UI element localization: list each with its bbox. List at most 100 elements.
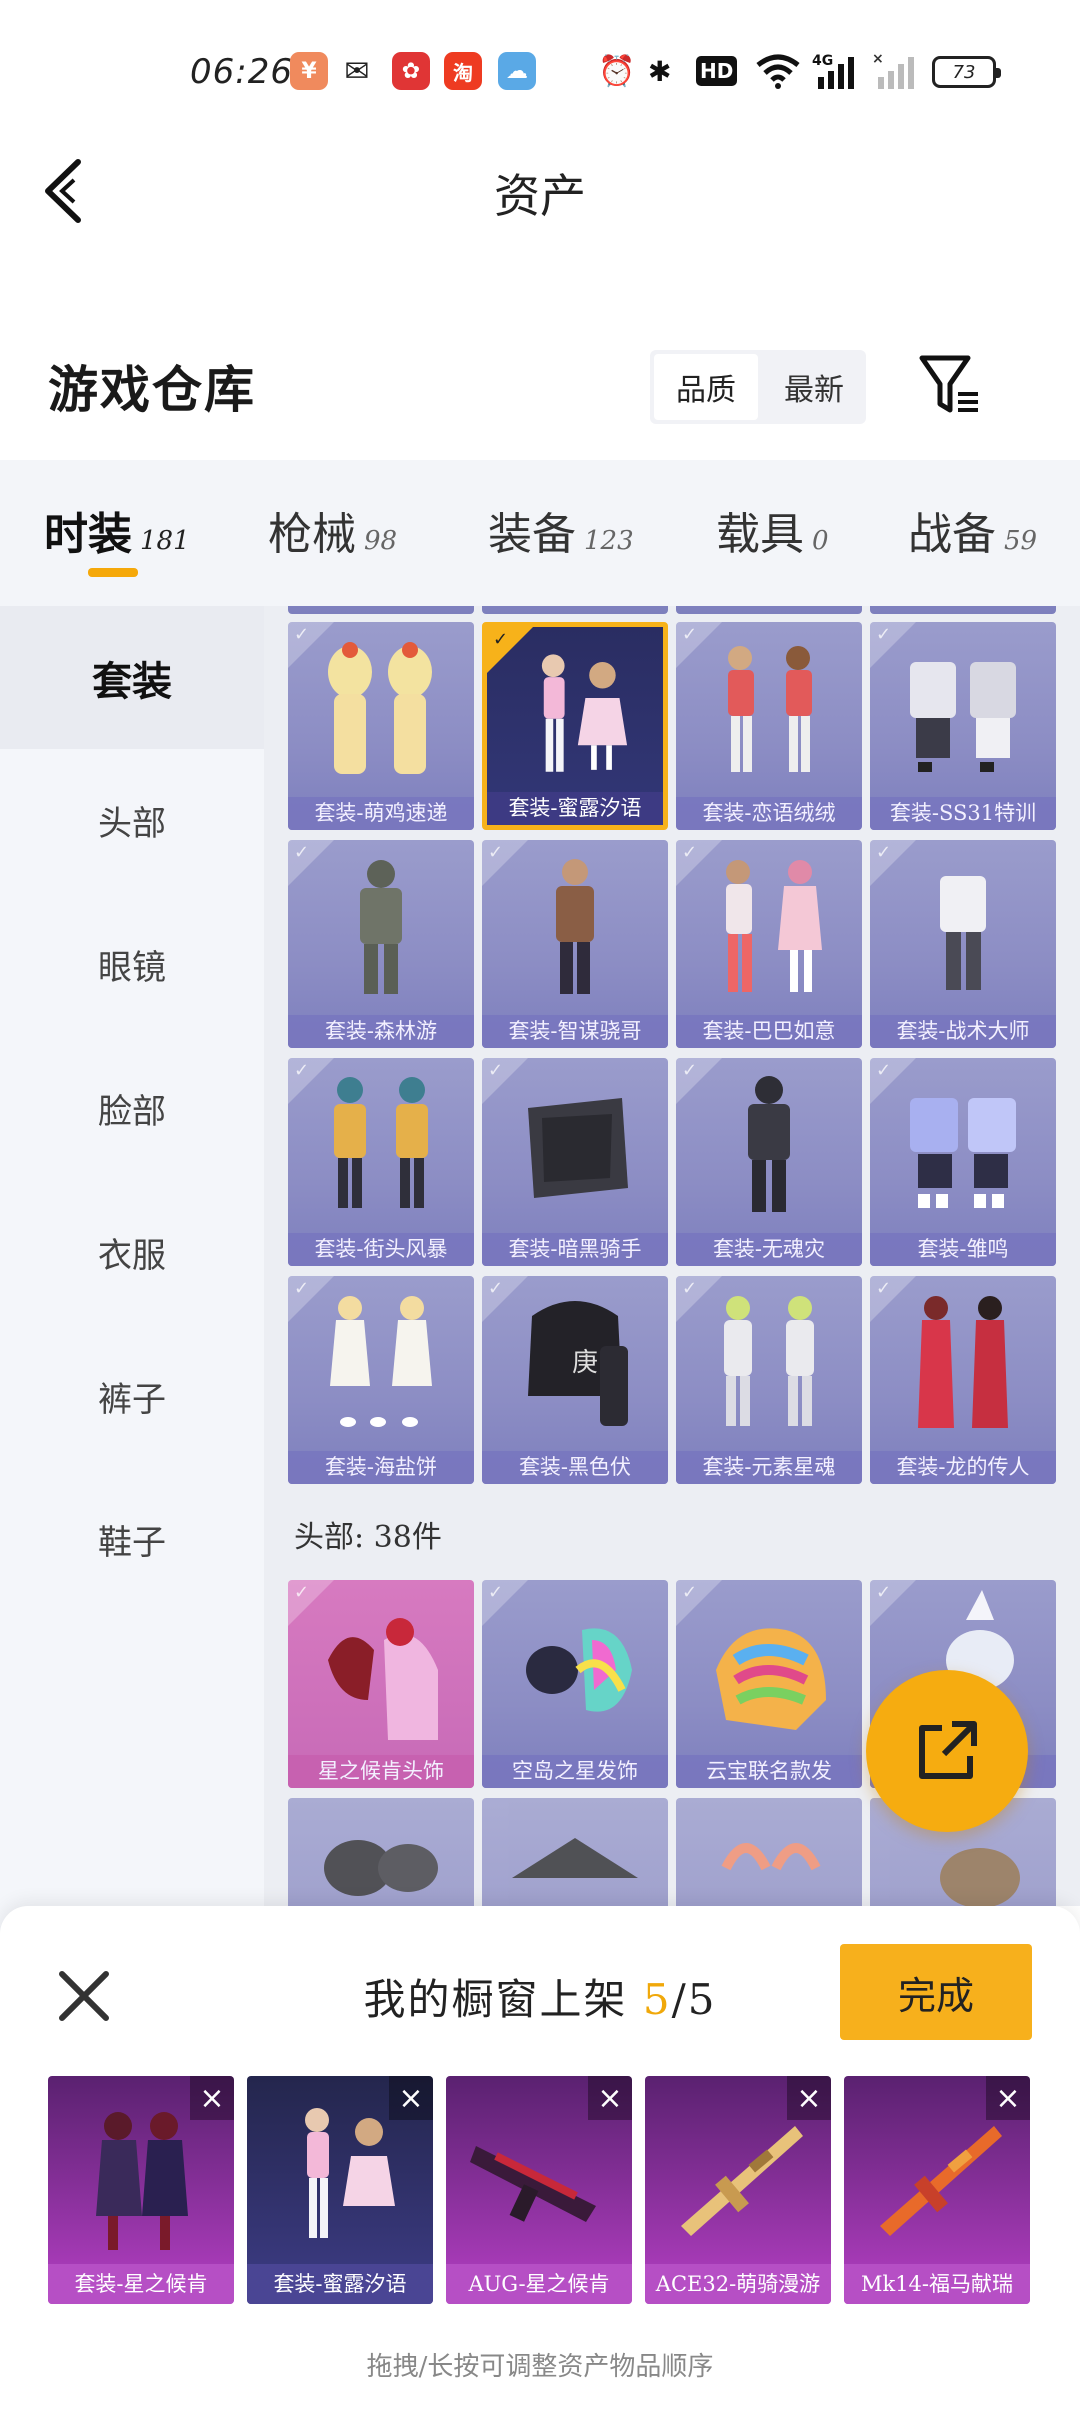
item-card[interactable]: ✓ 套装-无魂灾: [676, 1058, 862, 1266]
sidebar-item-face[interactable]: 脸部: [0, 1037, 264, 1180]
item-card[interactable]: ✓ 套装-SS31特训: [870, 622, 1056, 830]
sidebar-item-shoes[interactable]: 鞋子: [0, 1468, 264, 1611]
done-button[interactable]: 完成: [840, 1944, 1032, 2040]
sidebar-item-head[interactable]: 头部: [0, 749, 264, 892]
item-name: 套装-蜜露汐语: [247, 2264, 433, 2304]
item-card[interactable]: ✓ 套装-暗黑骑手: [482, 1058, 668, 1266]
reorder-hint: 拖拽/长按可调整资产物品顺序: [366, 2352, 714, 2382]
item-card[interactable]: [870, 606, 1056, 614]
head-section-label: 头部: 38件: [294, 1520, 442, 1555]
check-icon: ✓: [493, 629, 509, 650]
tab-guns[interactable]: 枪械 98: [268, 498, 397, 562]
item-card[interactable]: [288, 606, 474, 614]
remove-item-button[interactable]: ×: [190, 2076, 234, 2120]
yuan-app-icon: ¥: [290, 52, 328, 90]
item-card[interactable]: ✓ 套装-森林游: [288, 840, 474, 1048]
check-icon: ✓: [488, 1582, 504, 1603]
check-icon: ✓: [682, 1278, 698, 1299]
showcase-sheet: 我的橱窗上架 5/5 完成 × 套装-星之候肯 × 套装-蜜露汐语 × AUG-…: [0, 1906, 1080, 2412]
item-card[interactable]: ✓ 云宝联名款发: [676, 1580, 862, 1788]
showcase-item[interactable]: × 套装-蜜露汐语: [247, 2076, 433, 2304]
tab-vehicles[interactable]: 载具 0: [716, 498, 829, 562]
item-name: Mk14-福马献瑞: [844, 2264, 1030, 2304]
status-bar: 06:26 ¥ ✉ ✿ 淘 ☁ ⏰ ✱ HD 4G × 73: [0, 0, 1080, 140]
sort-newest-button[interactable]: 最新: [762, 350, 866, 424]
sidebar-item-outfit[interactable]: 套装: [0, 606, 264, 749]
item-card[interactable]: [482, 606, 668, 614]
page-title: 资产: [494, 169, 586, 223]
tab-label: 载具: [716, 509, 804, 560]
item-card-selected[interactable]: ✓ 套装-蜜露汐语: [482, 622, 668, 830]
check-icon: ✓: [294, 842, 310, 863]
remove-item-button[interactable]: ×: [986, 2076, 1030, 2120]
showcase-item[interactable]: × ACE32-萌骑漫游: [645, 2076, 831, 2304]
category-tabs: 时装 181 枪械 98 装备 123 载具 0 战备 59: [0, 460, 1080, 606]
item-card[interactable]: ✓ 星之候肯头饰: [288, 1580, 474, 1788]
check-icon: ✓: [488, 1278, 504, 1299]
item-name: 套装-街头风暴: [288, 1233, 474, 1266]
item-card[interactable]: ✓ 套装-龙的传人: [870, 1276, 1056, 1484]
check-icon: ✓: [682, 1060, 698, 1081]
check-icon: ✓: [876, 1582, 892, 1603]
sidebar-item-clothes[interactable]: 衣服: [0, 1181, 264, 1324]
subcategory-sidebar: 套装 头部 眼镜 脸部 衣服 裤子 鞋子: [0, 606, 264, 1949]
item-card[interactable]: ✓ 套装-海盐饼: [288, 1276, 474, 1484]
check-icon: ✓: [294, 1060, 310, 1081]
item-name: AUG-星之候肯: [446, 2264, 632, 2304]
showcase-item[interactable]: × Mk14-福马献瑞: [844, 2076, 1030, 2304]
item-name: 套装-巴巴如意: [676, 1015, 862, 1048]
item-card[interactable]: ✓ 套装-智谋骁哥: [482, 840, 668, 1048]
item-name: 套装-战术大师: [870, 1015, 1056, 1048]
svg-text:庚: 庚: [572, 1348, 598, 1378]
sidebar-item-glasses[interactable]: 眼镜: [0, 893, 264, 1036]
item-card[interactable]: ✓ 套装-街头风暴: [288, 1058, 474, 1266]
item-card[interactable]: ✓ 套装-恋语绒绒: [676, 622, 862, 830]
tab-label: 战备: [908, 509, 996, 560]
remove-item-button[interactable]: ×: [389, 2076, 433, 2120]
tab-supplies[interactable]: 战备 59: [908, 498, 1037, 562]
check-icon: ✓: [682, 1582, 698, 1603]
item-card[interactable]: [676, 1798, 862, 1906]
showcase-count-total: /5: [671, 1975, 717, 2024]
item-card[interactable]: ✓ 空岛之星发饰: [482, 1580, 668, 1788]
signal-empty-icon: ×: [872, 50, 916, 92]
item-thumbnail: [721, 1843, 821, 1871]
filter-button[interactable]: [918, 352, 982, 418]
wechat-icon: ✉: [344, 53, 370, 89]
item-name: 套装-SS31特训: [870, 797, 1056, 830]
sidebar-item-pants[interactable]: 裤子: [0, 1325, 264, 1468]
alarm-icon: ⏰: [598, 53, 636, 89]
item-card[interactable]: 庚 ✓ 套装-黑色伏: [482, 1276, 668, 1484]
item-card[interactable]: ✓ 套装-雏鸣: [870, 1058, 1056, 1266]
tab-fashion[interactable]: 时装 181: [44, 498, 190, 562]
item-name: ACE32-萌骑漫游: [645, 2264, 831, 2304]
item-card[interactable]: ✓ 套装-元素星魂: [676, 1276, 862, 1484]
sort-quality-button[interactable]: 品质: [654, 354, 758, 420]
share-button[interactable]: [866, 1670, 1028, 1832]
item-card[interactable]: ✓ 套装-巴巴如意: [676, 840, 862, 1048]
item-thumbnail: [324, 1840, 438, 1896]
signal-4g-icon: 4G: [812, 50, 862, 92]
item-card[interactable]: [482, 1798, 668, 1906]
item-card[interactable]: ✓ 套装-战术大师: [870, 840, 1056, 1048]
red-app-icon: ✿: [392, 52, 430, 90]
tab-label: 时装: [44, 509, 132, 560]
tab-equipment[interactable]: 装备 123: [488, 498, 634, 562]
item-name: 套装-无魂灾: [676, 1233, 862, 1266]
share-icon: [919, 1721, 977, 1779]
remove-item-button[interactable]: ×: [588, 2076, 632, 2120]
remove-item-button[interactable]: ×: [787, 2076, 831, 2120]
item-card[interactable]: [288, 1798, 474, 1906]
check-icon: ✓: [488, 842, 504, 863]
svg-text:4G: 4G: [812, 53, 833, 69]
showcase-item[interactable]: × 套装-星之候肯: [48, 2076, 234, 2304]
showcase-item[interactable]: × AUG-星之候肯: [446, 2076, 632, 2304]
showcase-title-text: 我的橱窗上架: [363, 1975, 628, 2024]
tab-count: 181: [140, 526, 190, 556]
tab-count: 98: [364, 526, 398, 556]
check-icon: ✓: [488, 1060, 504, 1081]
item-card[interactable]: [676, 606, 862, 614]
check-icon: ✓: [876, 842, 892, 863]
item-card[interactable]: ✓ 套装-萌鸡速递: [288, 622, 474, 830]
check-icon: ✓: [876, 1060, 892, 1081]
